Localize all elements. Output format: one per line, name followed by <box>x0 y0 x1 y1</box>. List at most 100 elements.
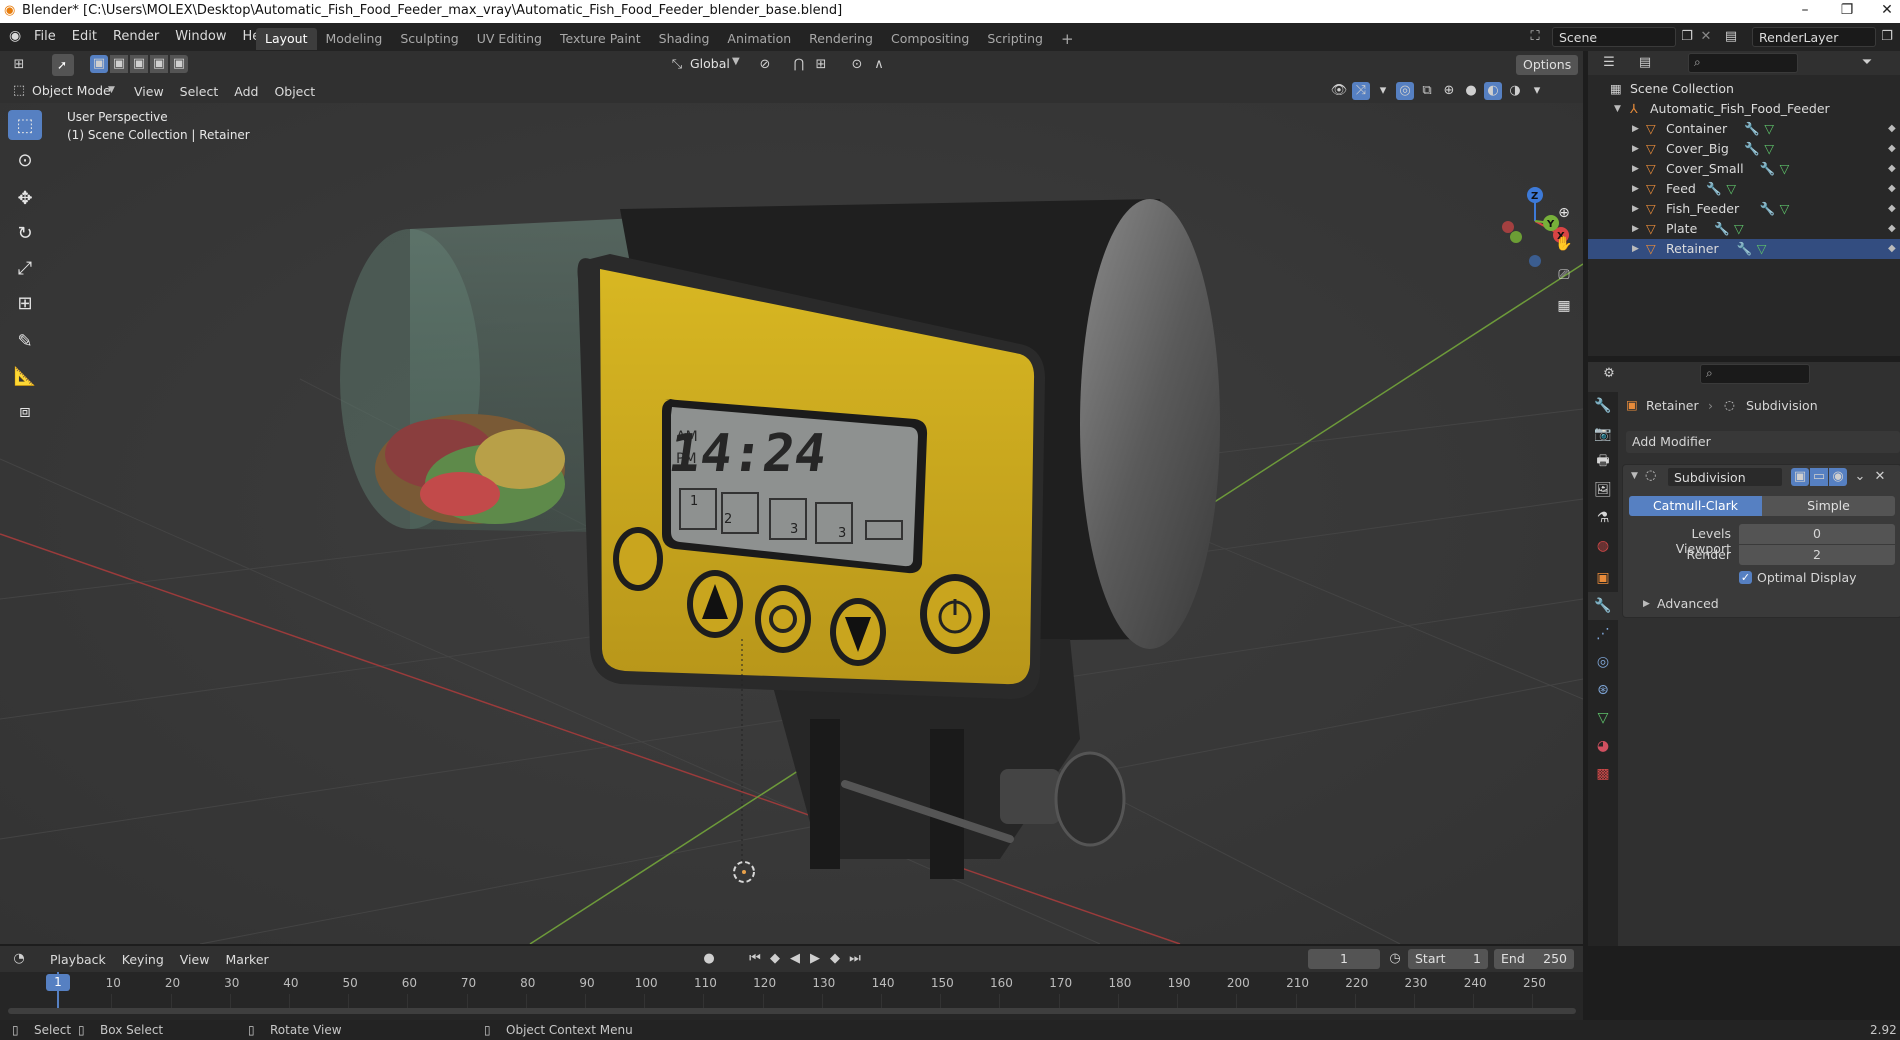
tab-modeling[interactable]: Modeling <box>317 28 392 50</box>
visibility-toggle-icon[interactable]: ◆ <box>1888 199 1896 219</box>
mode-dropdown[interactable]: Object Mode <box>32 83 111 98</box>
tab-shading[interactable]: Shading <box>650 28 719 50</box>
material-shading-icon[interactable]: ◐ <box>1484 82 1502 100</box>
optimal-display-checkbox[interactable]: ✓ <box>1739 571 1752 584</box>
menu-object[interactable]: Object <box>266 80 323 104</box>
outliner-item-container[interactable]: ▶ ▽ Container 🔧 ▽ ◆ <box>1588 119 1900 139</box>
outliner-item-retainer[interactable]: ▶ ▽ Retainer 🔧 ▽ ◆ <box>1588 239 1900 259</box>
physics-properties-icon[interactable]: ◎ <box>1588 648 1618 676</box>
transform-tool-icon[interactable]: ⊞ <box>8 288 42 318</box>
menu-marker[interactable]: Marker <box>217 948 276 972</box>
menu-window[interactable]: Window <box>167 25 234 49</box>
viewport-toggle-icon[interactable]: ▭ <box>1810 468 1828 486</box>
copy-scene-icon[interactable]: ❐ <box>1678 28 1696 46</box>
simple-button[interactable]: Simple <box>1762 496 1895 516</box>
playhead-frame-label[interactable]: 1 <box>46 974 70 991</box>
tab-sculpting[interactable]: Sculpting <box>391 28 467 50</box>
mesh-data-icon[interactable]: ▽ <box>1764 139 1774 159</box>
mesh-data-icon[interactable]: ▽ <box>1734 219 1744 239</box>
texture-properties-icon[interactable]: ▩ <box>1588 760 1618 788</box>
modifier-wrench-icon[interactable]: 🔧 <box>1737 239 1753 259</box>
pan-hand-icon[interactable]: ✋ <box>1551 231 1577 257</box>
menu-edit[interactable]: Edit <box>64 25 105 49</box>
outliner-editor-icon[interactable]: ☰ <box>1600 54 1618 72</box>
collapse-arrow-icon[interactable]: ▼ <box>1631 471 1638 481</box>
jump-start-icon[interactable]: ⏮ <box>746 950 764 968</box>
view-layer-field[interactable]: RenderLayer <box>1752 27 1876 47</box>
modifier-wrench-icon[interactable]: 🔧 <box>1760 159 1776 179</box>
scale-tool-icon[interactable]: ⤢ <box>8 253 42 283</box>
select-box-tool-icon[interactable]: ⬚ <box>8 110 42 140</box>
tab-layout[interactable]: Layout <box>256 28 317 50</box>
timeline-scrollbar[interactable] <box>8 1008 1576 1014</box>
overlay-dropdown-icon[interactable]: ▾ <box>1374 82 1392 100</box>
scene-properties-icon[interactable]: ⚗ <box>1588 504 1618 532</box>
restore-button[interactable]: ❐ <box>1832 2 1862 18</box>
orientation-dropdown[interactable]: Global <box>690 56 730 71</box>
visibility-toggle-icon[interactable]: ◆ <box>1888 219 1896 239</box>
scene-name-field[interactable]: Scene <box>1552 27 1676 47</box>
outliner-collection-row[interactable]: ▼ ⅄ Automatic_Fish_Food_Feeder <box>1588 99 1900 119</box>
render-levels-field[interactable]: 2 <box>1739 545 1895 565</box>
modifier-menu-icon[interactable]: ⌄ <box>1851 468 1869 486</box>
select-subtract-icon[interactable]: ▣ <box>130 55 148 73</box>
jump-end-icon[interactable]: ⏭ <box>846 950 864 968</box>
ortho-grid-icon[interactable]: ▦ <box>1551 293 1577 319</box>
outliner-root-row[interactable]: ▦ Scene Collection <box>1588 79 1900 99</box>
blender-menu-icon[interactable]: ◉ <box>9 28 21 44</box>
modifier-wrench-icon[interactable]: 🔧 <box>1744 119 1760 139</box>
snap-magnet-icon[interactable]: ⋂ <box>790 56 808 74</box>
gizmo-toggle-icon[interactable]: ⤨ <box>1352 82 1370 100</box>
select-extend-icon[interactable]: ▣ <box>110 55 128 73</box>
solid-shading-icon[interactable]: ● <box>1462 82 1480 100</box>
view-layer-properties-icon[interactable]: 🖼 <box>1588 476 1618 504</box>
menu-keying[interactable]: Keying <box>114 948 172 972</box>
properties-editor-icon[interactable]: ⚙ <box>1600 365 1618 383</box>
modifier-wrench-icon[interactable]: 🔧 <box>1760 199 1776 219</box>
tab-uv-editing[interactable]: UV Editing <box>468 28 551 50</box>
overlays-icon[interactable]: ◎ <box>1396 82 1414 100</box>
zoom-icon[interactable]: ⊕ <box>1551 200 1577 226</box>
menu-file[interactable]: File <box>26 25 64 49</box>
modifier-properties-icon[interactable]: 🔧 <box>1588 592 1618 620</box>
wireframe-shading-icon[interactable]: ⊕ <box>1440 82 1458 100</box>
levels-viewport-field[interactable]: 0 <box>1739 524 1895 544</box>
expand-arrow-icon[interactable]: ▶ <box>1632 179 1639 199</box>
expand-arrow-icon[interactable]: ▶ <box>1643 599 1650 609</box>
modifier-wrench-icon[interactable]: 🔧 <box>1714 219 1730 239</box>
menu-add[interactable]: Add <box>226 80 266 104</box>
modifier-name-field[interactable]: Subdivision <box>1667 467 1783 487</box>
display-mode-icon[interactable]: ▤ <box>1636 54 1654 72</box>
annotate-tool-icon[interactable]: ✎ <box>8 326 42 356</box>
cursor-tool-icon[interactable]: ⊙ <box>8 145 42 175</box>
timeline-editor-icon[interactable]: ◔ <box>10 950 28 968</box>
catmull-clark-button[interactable]: Catmull-Clark <box>1629 496 1762 516</box>
material-properties-icon[interactable]: ◕ <box>1588 732 1618 760</box>
pivot-point-icon[interactable]: ⊘ <box>756 56 774 74</box>
mesh-data-icon[interactable]: ▽ <box>1780 159 1790 179</box>
mesh-data-icon[interactable]: ▽ <box>1726 179 1736 199</box>
tab-compositing[interactable]: Compositing <box>882 28 978 50</box>
expand-arrow-icon[interactable]: ▶ <box>1632 139 1639 159</box>
visibility-icon[interactable]: 👁 <box>1330 82 1348 100</box>
select-invert-icon[interactable]: ▣ <box>150 55 168 73</box>
delete-scene-icon[interactable]: ✕ <box>1697 28 1715 46</box>
next-keyframe-icon[interactable]: ◆ <box>826 950 844 968</box>
record-icon[interactable]: ● <box>700 950 718 968</box>
proportional-edit-icon[interactable]: ⊙ <box>848 56 866 74</box>
tab-rendering[interactable]: Rendering <box>800 28 882 50</box>
expand-arrow-icon[interactable]: ▶ <box>1632 219 1639 239</box>
mesh-data-icon[interactable]: ▽ <box>1764 119 1774 139</box>
minimize-button[interactable]: – <box>1790 2 1820 18</box>
add-workspace-button[interactable]: + <box>1052 28 1083 50</box>
falloff-icon[interactable]: ∧ <box>870 56 888 74</box>
outliner-item-plate[interactable]: ▶ ▽ Plate 🔧 ▽ ◆ <box>1588 219 1900 239</box>
mesh-data-icon[interactable]: ▽ <box>1780 199 1790 219</box>
outliner-item-cover-small[interactable]: ▶ ▽ Cover_Small 🔧 ▽ ◆ <box>1588 159 1900 179</box>
outliner-item-feed[interactable]: ▶ ▽ Feed 🔧 ▽ ◆ <box>1588 179 1900 199</box>
edit-mode-toggle-icon[interactable]: ▣ <box>1791 468 1809 486</box>
expand-arrow-icon[interactable]: ▶ <box>1632 239 1639 259</box>
shading-options-icon[interactable]: ▾ <box>1528 82 1546 100</box>
render-properties-icon[interactable]: 📷 <box>1588 420 1618 448</box>
visibility-toggle-icon[interactable]: ◆ <box>1888 239 1896 259</box>
